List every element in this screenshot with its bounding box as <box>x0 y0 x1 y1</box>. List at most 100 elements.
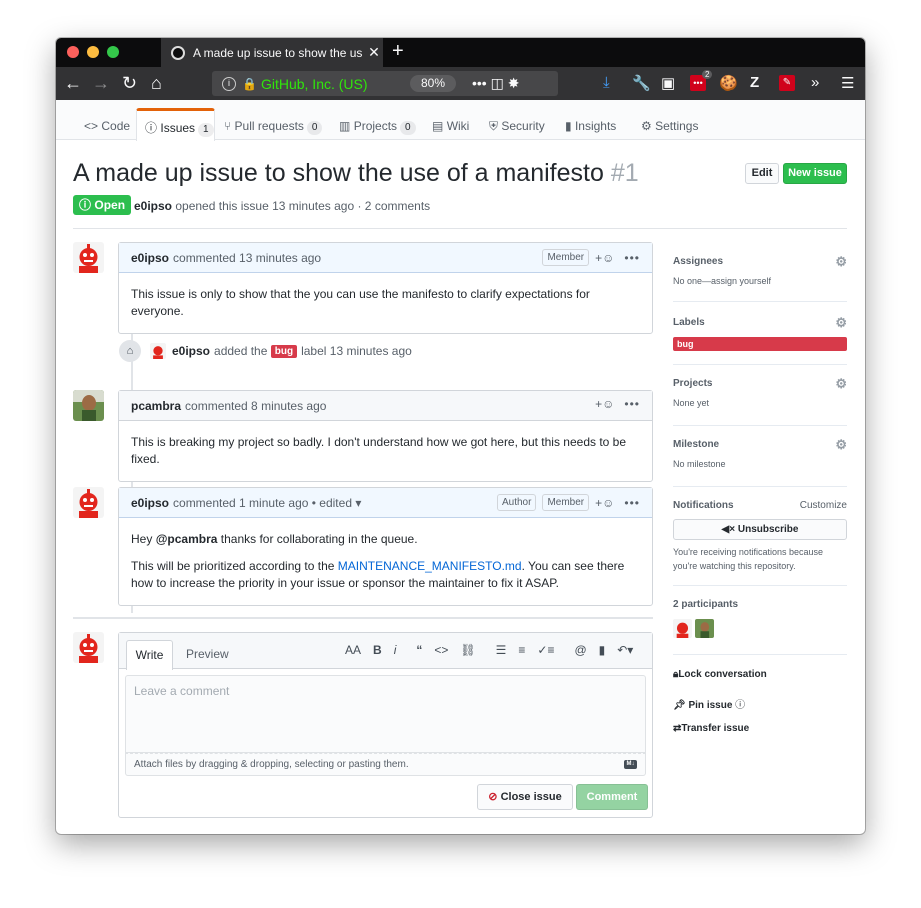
overflow-icon[interactable]: » <box>811 74 819 91</box>
tab-projects[interactable]: ▥ Projects 0 <box>339 119 416 135</box>
z-extension-icon[interactable]: Z <box>750 74 759 91</box>
lock-conversation-link[interactable]: 🔒︎Lock conversation <box>673 669 767 680</box>
tab-preview[interactable]: Preview <box>186 647 229 661</box>
italic-icon[interactable]: i <box>394 643 397 657</box>
pin-issue-link[interactable]: 📌︎ Pin issue ⓘ <box>673 696 745 711</box>
event-actor[interactable]: e0ipso <box>172 344 210 358</box>
comment-author[interactable]: e0ipso <box>131 496 169 510</box>
gear-icon[interactable]: ⚙ <box>835 254 847 270</box>
more-options-icon[interactable]: ••• <box>624 397 640 411</box>
event-avatar[interactable] <box>150 343 166 359</box>
quote-icon[interactable]: “ <box>416 643 422 657</box>
markdown-icon[interactable]: M↓ <box>624 760 637 769</box>
tab-write[interactable]: Write <box>126 640 173 670</box>
tab-issues[interactable]: ⓘ Issues 1 <box>145 119 214 137</box>
tab-title: A made up issue to show the us <box>193 45 363 60</box>
issue-author-link[interactable]: e0ipso <box>134 199 172 213</box>
bug-label[interactable]: bug <box>673 337 847 351</box>
bulleted-list-icon[interactable]: ☰ <box>496 643 507 657</box>
tab-pull-requests[interactable]: ⑂ Pull requests 0 <box>224 119 323 135</box>
tab-wiki[interactable]: ▤ Wiki <box>432 119 469 133</box>
gear-icon[interactable]: ⚙ <box>835 315 847 331</box>
event-text: added the <box>214 344 268 358</box>
edit-button[interactable]: Edit <box>745 163 779 184</box>
tab-security[interactable]: ⛨ Security <box>489 119 545 134</box>
gear-icon[interactable]: ⚙ <box>835 376 847 392</box>
add-reaction-icon[interactable]: +☺ <box>595 251 614 265</box>
tab-insights[interactable]: ▮ Insights <box>565 119 616 133</box>
comment-body: Hey @pcambra thanks for collaborating in… <box>119 518 652 605</box>
sidebar-icon[interactable]: ▣ <box>661 74 675 92</box>
comment-author[interactable]: e0ipso <box>131 251 169 265</box>
unsubscribe-button[interactable]: ◀× Unsubscribe <box>673 519 847 540</box>
lock-icon: 🔒 <box>242 76 257 91</box>
comment-body: This is breaking my project so badly. I … <box>119 421 652 481</box>
info-icon[interactable]: i <box>222 76 236 91</box>
attach-files-bar[interactable]: Attach files by dragging & dropping, sel… <box>125 753 646 776</box>
bookmark-icon[interactable]: ▮ <box>599 643 606 657</box>
tab-settings[interactable]: ⚙ Settings <box>641 119 698 133</box>
comment-header: e0ipso commented 13 minutes ago Member +☺… <box>119 243 652 273</box>
forward-icon[interactable]: → <box>92 73 110 93</box>
pen-extension-icon[interactable]: ✎ <box>779 75 795 91</box>
comment-button[interactable]: Comment <box>576 784 648 810</box>
user-mention[interactable]: @pcambra <box>156 532 218 546</box>
avatar[interactable] <box>73 632 104 663</box>
participant-avatar[interactable] <box>673 619 692 638</box>
reload-icon[interactable]: ↻ <box>122 73 137 93</box>
comment-time[interactable]: commented 8 minutes ago <box>185 399 326 413</box>
comment-author[interactable]: pcambra <box>131 399 181 413</box>
participants-heading: 2 participants <box>673 599 739 610</box>
zoom-level[interactable]: 80% <box>410 75 456 92</box>
bug-label[interactable]: bug <box>270 344 298 358</box>
comment-time[interactable]: commented 13 minutes ago <box>173 251 321 265</box>
close-window-button[interactable] <box>67 46 79 58</box>
projects-count: 0 <box>400 121 416 135</box>
code-icon[interactable]: <> <box>434 643 448 657</box>
new-issue-button[interactable]: New issue <box>783 163 847 184</box>
add-reaction-icon[interactable]: +☺ <box>595 496 614 510</box>
task-list-icon[interactable]: ✓≡ <box>537 643 554 657</box>
close-issue-button[interactable]: ⊘ Close issue <box>477 784 573 810</box>
assign-yourself-link[interactable]: No one—assign yourself <box>673 276 847 286</box>
manifesto-link[interactable]: MAINTENANCE_MANIFESTO.md <box>338 559 522 573</box>
participant-avatar[interactable] <box>695 619 714 638</box>
mention-icon[interactable]: @ <box>574 643 586 657</box>
back-icon[interactable]: ← <box>64 73 82 93</box>
add-reaction-icon[interactable]: +☺ <box>595 397 614 411</box>
avatar[interactable] <box>73 242 104 273</box>
more-options-icon[interactable]: ••• <box>624 496 640 510</box>
avatar[interactable] <box>73 390 104 421</box>
customize-link[interactable]: Customize <box>800 500 847 511</box>
numbered-list-icon[interactable]: ≡ <box>518 643 525 657</box>
gear-icon[interactable]: ⚙ <box>835 437 847 453</box>
browser-tab[interactable]: A made up issue to show the us ✕ <box>161 38 383 67</box>
minimize-window-button[interactable] <box>87 46 99 58</box>
cookie-icon[interactable]: 🍪 <box>719 74 738 92</box>
new-tab-icon[interactable]: + <box>392 40 404 63</box>
info-icon[interactable]: ⓘ <box>735 700 745 711</box>
link-icon[interactable]: ⛓ <box>460 643 475 657</box>
wrench-icon[interactable]: 🔧 <box>632 74 651 92</box>
downloads-icon[interactable]: ⤓ <box>603 74 610 91</box>
maximize-window-button[interactable] <box>107 46 119 58</box>
hamburger-menu-icon[interactable]: ☰ <box>841 74 854 92</box>
tab-code-label: Code <box>101 119 131 133</box>
transfer-issue-link[interactable]: ⇄Transfer issue <box>673 723 749 734</box>
comment-time[interactable]: commented 1 minute ago • edited ▾ <box>173 496 361 510</box>
close-tab-icon[interactable]: ✕ <box>365 44 383 61</box>
extension-badge: 2 <box>702 70 713 79</box>
page-actions-icon[interactable]: ••• ◫ ✸ <box>472 75 519 92</box>
more-options-icon[interactable]: ••• <box>624 251 640 265</box>
tab-projects-label: Projects <box>353 119 398 133</box>
home-icon[interactable]: ⌂ <box>151 73 162 93</box>
tab-code[interactable]: <> Code <box>84 119 130 133</box>
reply-icon[interactable]: ↶▾ <box>617 643 633 657</box>
avatar[interactable] <box>73 487 104 518</box>
header-icon[interactable]: AA <box>345 643 361 657</box>
url-site-identity[interactable]: GitHub, Inc. (US) <box>261 76 368 92</box>
comment-textarea[interactable] <box>125 675 646 753</box>
bold-icon[interactable]: B <box>373 643 382 657</box>
robot-avatar-icon <box>73 632 104 663</box>
url-bar[interactable]: i 🔒 GitHub, Inc. (US) 80% ••• ◫ ✸ <box>212 71 558 96</box>
